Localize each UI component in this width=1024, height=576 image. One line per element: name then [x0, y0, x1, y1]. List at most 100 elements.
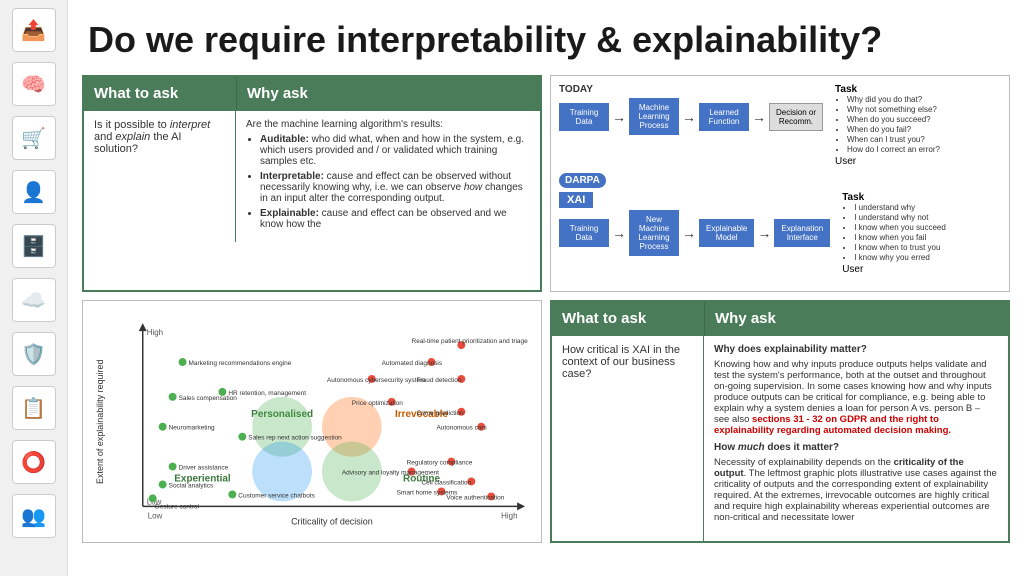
xai-row: XAI TrainingData → NewMachineLearningPro… — [559, 192, 1001, 275]
bottom-right-section: What to ask Why ask How critical is XAI … — [550, 300, 1010, 544]
xai-arrow2: → — [682, 225, 696, 241]
bottom-body-row: How critical is XAI in the context of ou… — [552, 335, 1008, 542]
svg-text:Social analytics: Social analytics — [169, 482, 214, 489]
xai-arrow1: → — [612, 225, 626, 241]
svg-text:Real-time patient prioritizati: Real-time patient prioritization and tri… — [412, 338, 529, 345]
explainable-model-box: ExplainableModel — [699, 219, 754, 247]
bottom-cell-what: How critical is XAI in the context of ou… — [552, 335, 704, 542]
today-flow: TrainingData → MachineLearningProcess → … — [559, 98, 823, 135]
arrow3: → — [752, 109, 766, 125]
svg-text:Voice authentication: Voice authentication — [446, 494, 504, 501]
today-bullet-5: When can I trust you? — [847, 135, 940, 144]
section1-title: Why does explainability matter? — [714, 344, 998, 355]
table-header: What to ask Why ask — [84, 77, 540, 110]
task-label-1: Task — [835, 84, 940, 95]
xai-bullet-1: I understand why — [854, 203, 946, 212]
xai-bullets: I understand why I understand why not I … — [842, 203, 946, 262]
today-bullet-4: When do you fail? — [847, 125, 940, 134]
training-data-box: TrainingData — [559, 103, 609, 131]
database-icon[interactable]: 🗄️ — [12, 224, 56, 268]
cloud-icon[interactable]: ☁️ — [12, 278, 56, 322]
xai-bullet-6: I know why you erred — [854, 253, 946, 262]
table-body: Is it possible to interpret and explain … — [84, 110, 540, 242]
today-label: TODAY — [559, 84, 823, 95]
cart-icon[interactable]: 🛒 — [12, 116, 56, 160]
task-label-2: Task — [842, 192, 946, 203]
group-icon[interactable]: 👥 — [12, 494, 56, 538]
arrow1: → — [612, 109, 626, 125]
xai-bullet-3: I know when you succeed — [854, 223, 946, 232]
svg-text:Regulatory compliance: Regulatory compliance — [407, 459, 473, 466]
explanation-interface-box: ExplanationInterface — [774, 219, 830, 247]
xai-task-section: Task I understand why I understand why n… — [842, 192, 946, 275]
brain-icon[interactable]: 🧠 — [12, 62, 56, 106]
svg-text:High: High — [501, 511, 517, 520]
svg-text:Low: Low — [148, 511, 163, 520]
header-why: Why ask — [236, 77, 540, 110]
why-bullet-1: Auditable: who did what, when and how in… — [260, 134, 530, 167]
chart-svg: Extent of explainability required Critic… — [83, 301, 541, 543]
svg-text:Extent of explainability requi: Extent of explainability required — [95, 359, 105, 483]
section1-text: Knowing how and why inputs produce outpu… — [714, 359, 998, 436]
content-grid: What to ask Why ask Is it possible to in… — [68, 71, 1024, 547]
svg-text:Sales rep next action suggesti: Sales rep next action suggestion — [248, 434, 342, 441]
today-bullets: Why did you do that? Why not something e… — [835, 95, 940, 154]
svg-text:Autonomous cars: Autonomous cars — [436, 424, 486, 431]
bottom-header-what: What to ask — [552, 302, 704, 335]
today-bullet-6: How do I correct an error? — [847, 145, 940, 154]
xai-bullet-4: I know when you fail — [854, 233, 946, 242]
gdpr-highlight: sections 31 - 32 on GDPR and the right t… — [714, 414, 951, 436]
xai-flow-label: XAI — [559, 192, 830, 208]
svg-text:Criticality of decision: Criticality of decision — [291, 516, 373, 526]
header-what: What to ask — [84, 77, 236, 110]
bottom-cell-why: Why does explainability matter? Knowing … — [704, 335, 1008, 542]
bottom-what-text: How critical is XAI in the context of ou… — [562, 344, 680, 380]
cell-why: Are the machine learning algorithm's res… — [236, 111, 540, 242]
svg-text:Autonomous cybersecurity syste: Autonomous cybersecurity system — [327, 377, 426, 384]
xai-flow: TrainingData → NewMachineLearningProcess… — [559, 210, 830, 256]
svg-text:Neuromarketing: Neuromarketing — [169, 424, 215, 431]
why-bullet-2: Interpretable: cause and effect can be o… — [260, 171, 530, 204]
person-icon[interactable]: 👤 — [12, 170, 56, 214]
circle-icon[interactable]: ⭕ — [12, 440, 56, 484]
svg-text:High: High — [147, 328, 163, 337]
main-content: Do we require interpretability & explain… — [68, 0, 1024, 576]
bottom-header-row: What to ask Why ask — [552, 302, 1008, 335]
svg-text:Fraud detection: Fraud detection — [417, 377, 462, 384]
svg-text:Price optimization: Price optimization — [352, 400, 403, 407]
today-bullet-1: Why did you do that? — [847, 95, 940, 104]
bottom-header-why: Why ask — [704, 302, 1008, 335]
svg-text:Crime prediction: Crime prediction — [417, 409, 464, 416]
svg-text:Marketing recommendations engi: Marketing recommendations engine — [189, 360, 292, 367]
sidebar: 📤 🧠 🛒 👤 🗄️ ☁️ 🛡️ 📋 ⭕ 👥 — [0, 0, 68, 576]
learned-function-box: LearnedFunction — [699, 103, 749, 131]
share-icon[interactable]: 📤 — [12, 8, 56, 52]
ml-process-box: MachineLearningProcess — [629, 98, 679, 135]
chart-section: Extent of explainability required Critic… — [82, 300, 542, 544]
today-bullet-3: When do you succeed? — [847, 115, 940, 124]
svg-text:Customer service chatbots: Customer service chatbots — [238, 492, 315, 499]
svg-text:HR retention, management: HR retention, management — [228, 390, 306, 397]
page-title: Do we require interpretability & explain… — [68, 0, 1024, 71]
xai-training-box: TrainingData — [559, 219, 609, 247]
cell-what: Is it possible to interpret and explain … — [84, 111, 236, 242]
xai-label: XAI — [559, 192, 593, 208]
svg-text:Cell classification: Cell classification — [422, 479, 472, 486]
arrow2: → — [682, 109, 696, 125]
darpa-row: DARPA — [559, 173, 1001, 188]
why-bullet-3: Explainable: cause and effect can be obs… — [260, 208, 530, 230]
svg-text:Driver assistance: Driver assistance — [179, 464, 229, 471]
clipboard-icon[interactable]: 📋 — [12, 386, 56, 430]
today-task-section: Task Why did you do that? Why not someth… — [835, 84, 940, 167]
top-left-table: What to ask Why ask Is it possible to in… — [82, 75, 542, 292]
shield-icon[interactable]: 🛡️ — [12, 332, 56, 376]
xai-bullet-5: I know when to trust you — [854, 243, 946, 252]
svg-text:Automated diagnosis: Automated diagnosis — [382, 360, 442, 367]
today-bullet-2: Why not something else? — [847, 105, 940, 114]
xai-bullet-2: I understand why not — [854, 213, 946, 222]
new-ml-box: NewMachineLearningProcess — [629, 210, 679, 256]
today-section: TODAY TrainingData → MachineLearningProc… — [559, 84, 823, 135]
why-bullets: Auditable: who did what, when and how in… — [246, 134, 530, 230]
xai-diagram: TODAY TrainingData → MachineLearningProc… — [550, 75, 1010, 292]
xai-arrow3: → — [757, 225, 771, 241]
